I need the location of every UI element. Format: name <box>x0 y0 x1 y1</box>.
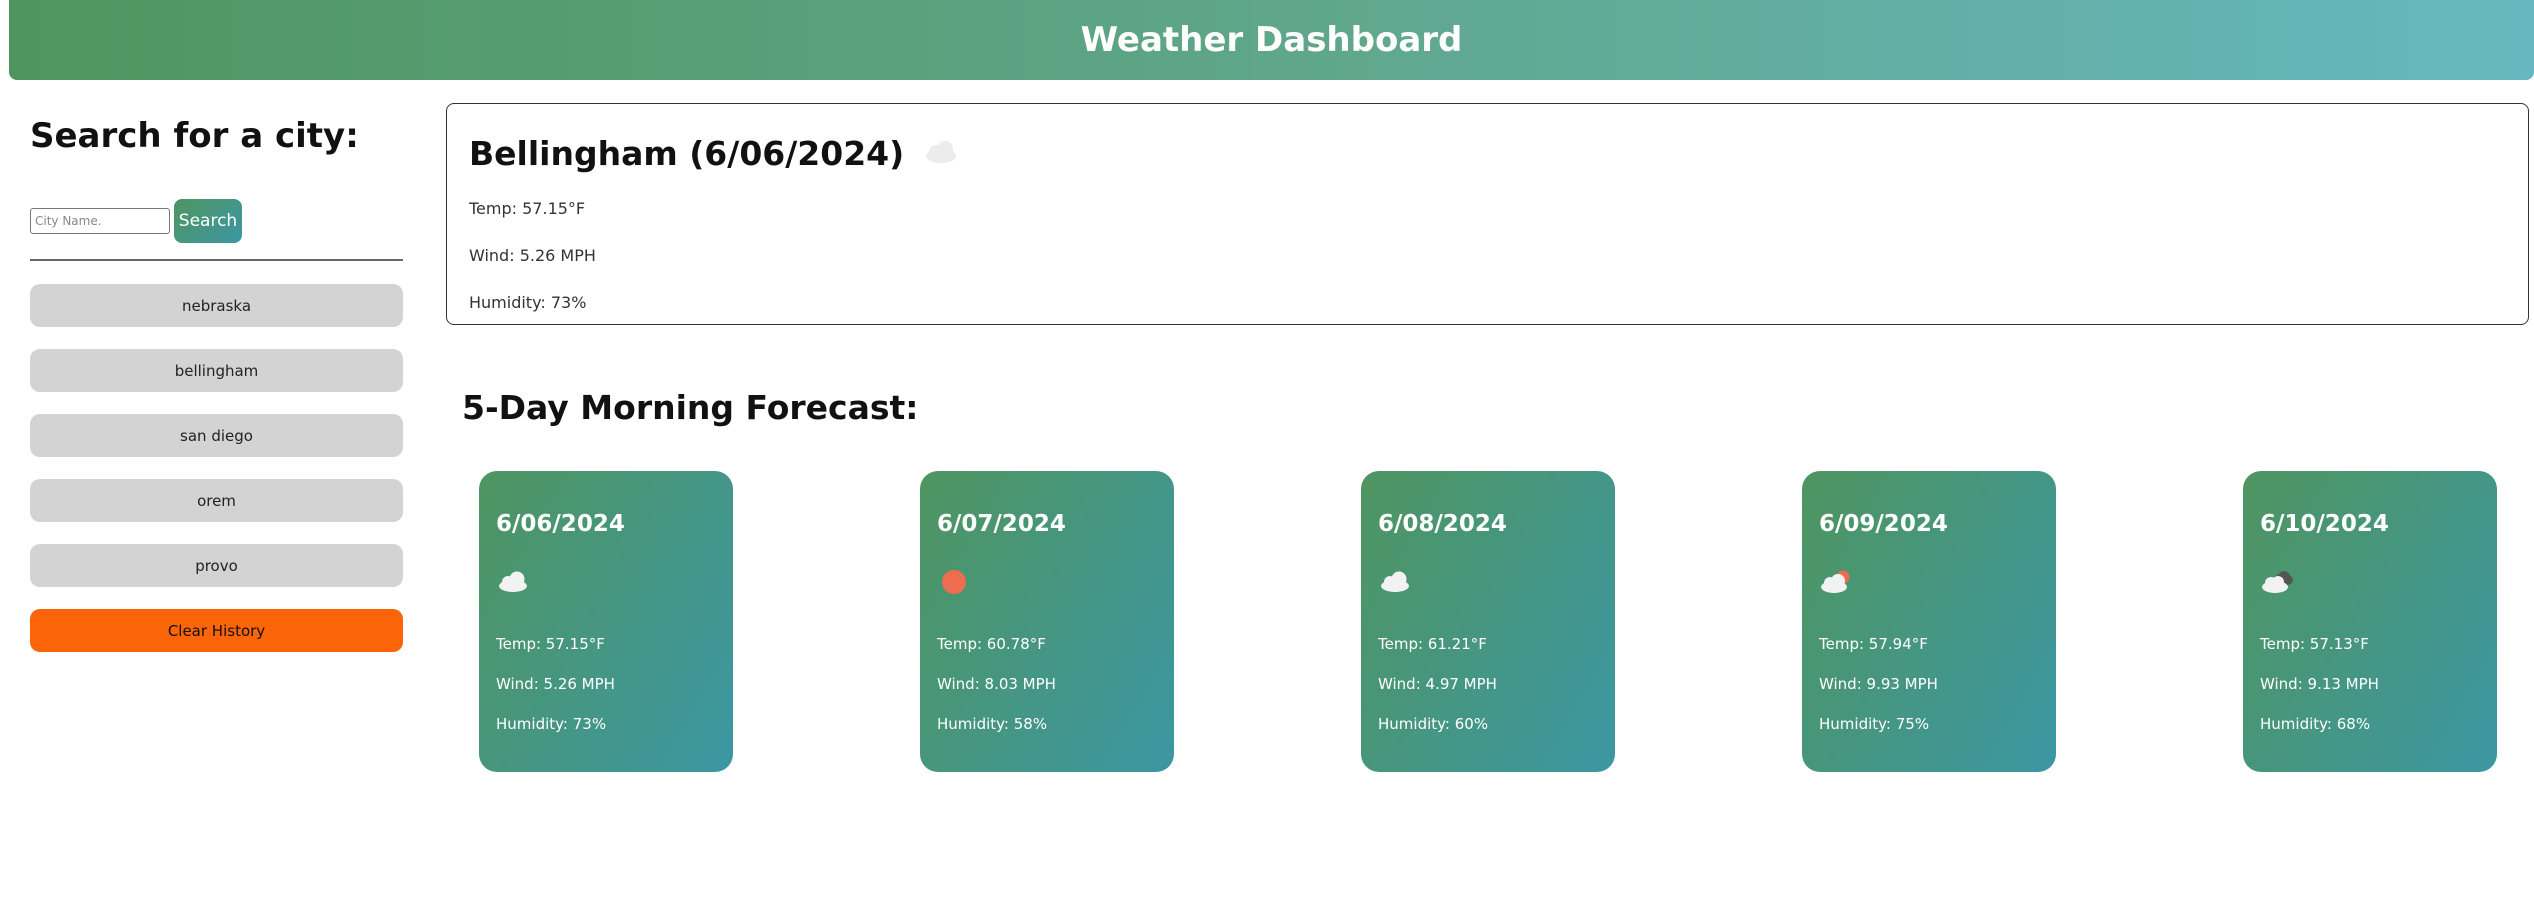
current-wind: Wind: 5.26 MPH <box>469 246 596 265</box>
forecast-temp: Temp: 57.13°F <box>2260 635 2369 653</box>
cloud-icon <box>922 140 960 168</box>
cloud-icon <box>1378 571 1412 597</box>
forecast-humidity: Humidity: 58% <box>937 715 1048 733</box>
forecast-card: 6/10/2024 Temp: 57.13°F Wind: 9.13 MPH H… <box>2243 471 2497 772</box>
current-weather-panel: Bellingham (6/06/2024) Temp: 57.15°F Win… <box>446 103 2529 325</box>
clear-history-button[interactable]: Clear History <box>30 609 403 653</box>
forecast-card: 6/06/2024 Temp: 57.15°F Wind: 5.26 MPH H… <box>479 471 733 772</box>
forecast-wind: Wind: 4.97 MPH <box>1378 675 1497 693</box>
current-weather-header: Bellingham (6/06/2024) <box>469 134 2506 173</box>
sidebar: Search for a city: Search nebraska belli… <box>30 116 403 674</box>
forecast-temp: Temp: 57.15°F <box>496 635 605 653</box>
sidebar-divider <box>30 259 403 262</box>
search-row: Search <box>30 199 403 244</box>
forecast-card: 6/07/2024 Temp: 60.78°F Wind: 8.03 MPH H… <box>920 471 1174 772</box>
history-item-san-diego[interactable]: san diego <box>30 414 403 458</box>
partly-cloudy-sun-icon <box>1819 569 1855 599</box>
forecast-wind: Wind: 5.26 MPH <box>496 675 615 693</box>
history-item-orem[interactable]: orem <box>30 479 403 523</box>
forecast-card: 6/08/2024 Temp: 61.21°F Wind: 4.97 MPH H… <box>1361 471 1615 772</box>
current-humidity: Humidity: 73% <box>469 293 587 312</box>
forecast-date: 6/10/2024 <box>2260 511 2389 537</box>
current-city-date: Bellingham (6/06/2024) <box>469 134 905 173</box>
cloud-icon <box>496 571 530 597</box>
forecast-humidity: Humidity: 68% <box>2260 715 2371 733</box>
current-temp: Temp: 57.15°F <box>469 199 586 218</box>
forecast-date: 6/08/2024 <box>1378 511 1507 537</box>
search-button[interactable]: Search <box>174 199 242 244</box>
forecast-wind: Wind: 9.13 MPH <box>2260 675 2379 693</box>
forecast-wind: Wind: 9.93 MPH <box>1819 675 1938 693</box>
forecast-wind: Wind: 8.03 MPH <box>937 675 1056 693</box>
forecast-humidity: Humidity: 75% <box>1819 715 1930 733</box>
history-item-bellingham[interactable]: bellingham <box>30 349 403 393</box>
search-history: nebraska bellingham san diego orem provo… <box>30 284 403 653</box>
city-search-input[interactable] <box>30 208 170 235</box>
forecast-date: 6/07/2024 <box>937 511 1066 537</box>
forecast-humidity: Humidity: 73% <box>496 715 607 733</box>
app-header: Weather Dashboard <box>9 0 2534 80</box>
forecast-date: 6/09/2024 <box>1819 511 1948 537</box>
forecast-card: 6/09/2024 Temp: 57.94°F Wind: 9.93 MPH H… <box>1802 471 2056 772</box>
history-item-provo[interactable]: provo <box>30 544 403 588</box>
forecast-date: 6/06/2024 <box>496 511 625 537</box>
search-heading: Search for a city: <box>30 116 359 156</box>
forecast-temp: Temp: 60.78°F <box>937 635 1046 653</box>
app-title: Weather Dashboard <box>1080 20 1463 60</box>
forecast-title: 5-Day Morning Forecast: <box>462 388 919 427</box>
broken-clouds-icon <box>2260 569 2296 599</box>
forecast-temp: Temp: 61.21°F <box>1378 635 1487 653</box>
history-item-nebraska[interactable]: nebraska <box>30 284 403 328</box>
sun-icon <box>937 567 971 601</box>
forecast-humidity: Humidity: 60% <box>1378 715 1489 733</box>
forecast-temp: Temp: 57.94°F <box>1819 635 1928 653</box>
